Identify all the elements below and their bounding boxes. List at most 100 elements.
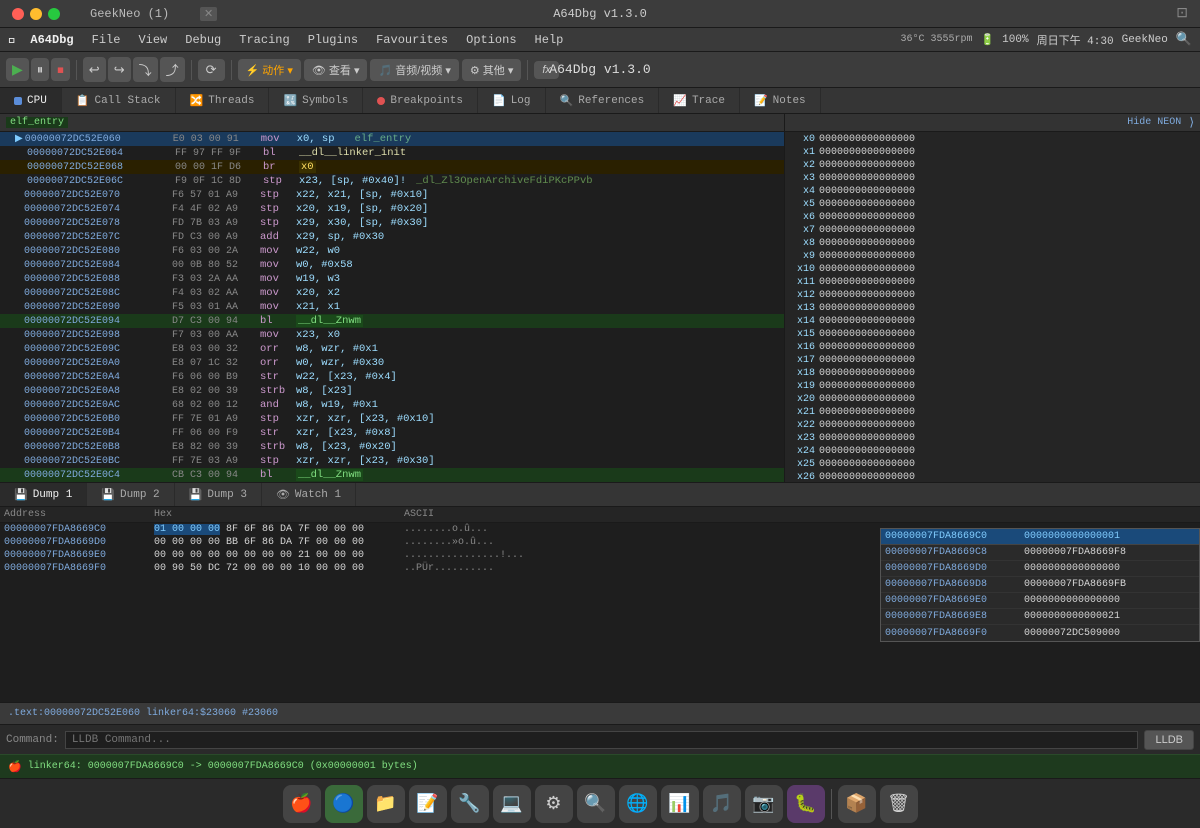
reg-body[interactable]: x0 0000000000000000 x1 0000000000000000 … <box>785 132 1200 482</box>
menu-debug[interactable]: Debug <box>177 31 229 49</box>
table-row[interactable]: 00000072DC52E0AC 68 02 00 12 and w8, w19… <box>0 398 784 412</box>
tab-breakpoints[interactable]: Breakpoints <box>363 88 478 113</box>
close-button[interactable] <box>12 8 24 20</box>
toolbar-btn-reload[interactable]: ⟳ <box>198 59 225 81</box>
dock-item[interactable]: 📁 <box>367 785 405 823</box>
dock-item[interactable]: 🎵 <box>703 785 741 823</box>
search-icon[interactable]: 🔍 <box>1176 32 1192 47</box>
tab-notes[interactable]: 📝 Notes <box>740 88 821 113</box>
reg-value[interactable]: 0000000000000000 <box>819 459 915 470</box>
tab-trace[interactable]: 📈 Trace <box>659 88 740 113</box>
table-row[interactable]: 00000072DC52E0BC FF 7E 03 A9 stp xzr, xz… <box>0 454 784 468</box>
hide-neon-button[interactable]: Hide NEON <box>1127 117 1181 128</box>
table-row[interactable]: 00000072DC52E064 FF 97 FF 9F bl __dl__li… <box>0 146 784 160</box>
table-row[interactable]: 00000072DC52E070 F6 57 01 A9 stp x22, x2… <box>0 188 784 202</box>
menu-favourites[interactable]: Favourites <box>368 31 456 49</box>
table-row[interactable]: 00000072DC52E0A8 E8 02 00 39 strb w8, [x… <box>0 384 784 398</box>
watch-popup-row[interactable]: 00000007FDA8669D8 00000007FDA8669FB <box>881 577 1199 593</box>
toolbar-btn-pause[interactable]: ⏸ <box>31 58 50 81</box>
reg-value[interactable]: 0000000000000000 <box>819 368 915 379</box>
reg-value[interactable]: 0000000000000000 <box>819 147 915 158</box>
toolbar-btn-step-out[interactable]: ⤵ <box>133 57 158 82</box>
reg-value[interactable]: 0000000000000000 <box>819 264 915 275</box>
dock-item[interactable]: 🌐 <box>619 785 657 823</box>
tab-threads[interactable]: 🔀 Threads <box>176 88 270 113</box>
reg-value[interactable]: 0000000000000000 <box>819 394 915 405</box>
toolbar-btn-stop[interactable]: ⏹ <box>51 58 70 81</box>
reg-value[interactable]: 0000000000000000 <box>819 160 915 171</box>
reg-value[interactable]: 0000000000000000 <box>819 251 915 262</box>
tab-callstack[interactable]: 📋 Call Stack <box>62 88 176 113</box>
minimize-button[interactable] <box>30 8 42 20</box>
table-row[interactable]: 00000072DC52E0B0 FF 7E 01 A9 stp xzr, xz… <box>0 412 784 426</box>
watch-popup-row[interactable]: 00000007FDA8669D0 0000000000000000 <box>881 561 1199 577</box>
dock-item[interactable]: 📝 <box>409 785 447 823</box>
toolbar-btn-chakan[interactable]: 👁 查看 ▾ <box>304 59 368 81</box>
reg-value[interactable]: 0000000000000000 <box>819 186 915 197</box>
dock-item[interactable]: ⚙ <box>535 785 573 823</box>
tab-log[interactable]: 📄 Log <box>478 88 546 113</box>
table-row[interactable]: 00000072DC52E0B4 FF 06 00 F9 str xzr, [x… <box>0 426 784 440</box>
table-row[interactable]: 00000072DC52E0A4 F6 06 00 B9 str w22, [x… <box>0 370 784 384</box>
table-row[interactable]: 00000072DC52E0A0 E8 07 1C 32 orr w0, wzr… <box>0 356 784 370</box>
expand-icon[interactable]: ⟩ <box>1189 115 1194 130</box>
dock-item[interactable]: 🍎 <box>283 785 321 823</box>
reg-value[interactable]: 0000000000000000 <box>819 277 915 288</box>
apple-menu[interactable]:  <box>8 32 16 48</box>
toolbar-btn-media[interactable]: 🎵 音频/视频 ▾ <box>370 59 458 81</box>
toolbar-btn-run-to[interactable]: ⤴ <box>160 57 185 82</box>
reg-value[interactable]: 0000000000000000 <box>819 355 915 366</box>
menu-options[interactable]: Options <box>458 31 524 49</box>
watch-popup-row[interactable]: 00000007FDA8669E0 0000000000000000 <box>881 593 1199 609</box>
toolbar-btn-step-over[interactable]: ↩ <box>83 57 106 82</box>
toolbar-btn-play[interactable]: ▶ <box>6 58 29 81</box>
table-row[interactable]: 00000072DC52E098 F7 03 00 AA mov x23, x0 <box>0 328 784 342</box>
cmd-input[interactable] <box>65 731 1139 749</box>
reg-value[interactable]: 0000000000000000 <box>819 381 915 392</box>
reg-value[interactable]: 0000000000000000 <box>819 472 915 482</box>
table-row[interactable]: 00000072DC52E07C FD C3 00 A9 add x29, sp… <box>0 230 784 244</box>
reg-value[interactable]: 0000000000000000 <box>819 342 915 353</box>
table-row[interactable]: 00000072DC52E094 D7 C3 00 94 bl __dl__Zn… <box>0 314 784 328</box>
reg-value[interactable]: 0000000000000000 <box>819 446 915 457</box>
reg-value[interactable]: 0000000000000000 <box>819 316 915 327</box>
reg-value[interactable]: 0000000000000000 <box>819 329 915 340</box>
watch-popup-row[interactable]: 00000007FDA8669E8 0000000000000021 <box>881 609 1199 625</box>
table-row[interactable]: 00000072DC52E078 FD 7B 03 A9 stp x29, x3… <box>0 216 784 230</box>
table-row[interactable]: 00000072DC52E090 F5 03 01 AA mov x21, x1 <box>0 300 784 314</box>
menu-help[interactable]: Help <box>527 31 572 49</box>
dock-item[interactable]: 📦 <box>838 785 876 823</box>
toolbar-btn-other[interactable]: ⚙ 其他 ▾ <box>462 59 522 81</box>
bottom-tab-dump1[interactable]: 💾 Dump 1 <box>0 483 87 506</box>
reg-value[interactable]: 0000000000000000 <box>819 420 915 431</box>
reg-value[interactable]: 0000000000000000 <box>819 407 915 418</box>
dock-item[interactable]: 📊 <box>661 785 699 823</box>
dock-item[interactable]: 📷 <box>745 785 783 823</box>
table-row[interactable]: 00000072DC52E06C F9 0F 1C 8D stp x23, [s… <box>0 174 784 188</box>
table-row[interactable]: 00000072DC52E09C E8 03 00 32 orr w8, wzr… <box>0 342 784 356</box>
table-row[interactable]: 00000072DC52E068 00 00 1F D6 br x0 <box>0 160 784 174</box>
tab-symbols[interactable]: 🔣 Symbols <box>269 88 363 113</box>
reg-value[interactable]: 0000000000000000 <box>819 238 915 249</box>
dock-item[interactable]: 🗑 <box>880 785 918 823</box>
lldb-button[interactable]: LLDB <box>1144 730 1194 750</box>
disasm-body[interactable]: ▶ 00000072DC52E060 E0 03 00 91 mov x0, s… <box>0 132 784 482</box>
table-row[interactable]: 00000072DC52E088 F3 03 2A AA mov w19, w3 <box>0 272 784 286</box>
dock-item[interactable]: 🐛 <box>787 785 825 823</box>
menu-view[interactable]: View <box>130 31 175 49</box>
menu-appname[interactable]: A64Dbg <box>22 31 81 49</box>
toolbar-btn-step-in[interactable]: ↪ <box>108 57 131 82</box>
reg-value[interactable]: 0000000000000000 <box>819 225 915 236</box>
bottom-tab-dump2[interactable]: 💾 Dump 2 <box>87 483 174 506</box>
reg-value[interactable]: 0000000000000000 <box>819 433 915 444</box>
bottom-tab-watch1[interactable]: 👁 Watch 1 <box>262 483 356 506</box>
menu-tracing[interactable]: Tracing <box>231 31 297 49</box>
tab-cpu[interactable]: CPU <box>0 88 62 113</box>
watch-popup-row[interactable]: 00000007FDA8669F0 00000072DC509000 <box>881 625 1199 641</box>
maximize-button[interactable] <box>48 8 60 20</box>
reg-value[interactable]: 0000000000000000 <box>819 199 915 210</box>
menu-plugins[interactable]: Plugins <box>300 31 366 49</box>
dock-item[interactable]: 🔵 <box>325 785 363 823</box>
window-close-icon[interactable]: ✕ <box>200 7 217 21</box>
tab-references[interactable]: 🔍 References <box>546 88 660 113</box>
